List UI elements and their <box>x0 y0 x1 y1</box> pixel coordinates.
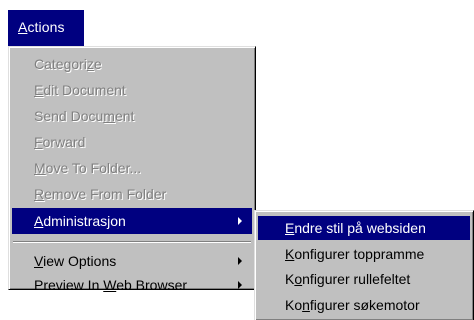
menu-item-label: Preview In Web Browser <box>34 277 188 293</box>
menu-item-label: Edit Document <box>34 82 126 98</box>
submenu-item-konfigurer-toppramme[interactable]: Konfigurer toppramme <box>258 242 470 266</box>
menu-separator <box>13 241 251 243</box>
menu-item-edit-document: Edit Document <box>12 77 252 103</box>
administrasjon-submenu: Endre stil på websiden Konfigurer toppra… <box>254 210 474 320</box>
menu-actions[interactable]: Actions <box>8 10 84 46</box>
menu-item-label: Endre stil på websiden <box>285 220 426 236</box>
menu-item-forward: Forward <box>12 129 252 155</box>
menu-item-categorize: Categorize <box>12 51 252 77</box>
menu-item-label: Categorize <box>34 56 102 72</box>
menu-item-view-options[interactable]: View Options <box>12 248 252 274</box>
menu-item-move-to-folder: Move To Folder... <box>12 155 252 181</box>
submenu-item-endre-stil[interactable]: Endre stil på websiden <box>258 216 470 240</box>
menu-item-label: Move To Folder... <box>34 160 142 176</box>
menu-item-remove-from-folder: Remove From Folder <box>12 181 252 207</box>
submenu-arrow-icon <box>238 281 242 289</box>
actions-dropdown-menu: Categorize Edit Document Send Document F… <box>8 46 256 293</box>
menu-item-label: Send Document <box>34 108 135 124</box>
submenu-item-konfigurer-rullefeltet[interactable]: Konfigurer rullefeltet <box>258 267 470 291</box>
menu-item-label: Remove From Folder <box>34 186 167 202</box>
menu-item-preview-in-web-browser[interactable]: Preview In Web Browser <box>12 272 252 296</box>
submenu-arrow-icon <box>238 217 242 225</box>
menu-item-label: Konfigurer rullefeltet <box>285 271 411 287</box>
menu-item-label: Konfigurer toppramme <box>285 246 425 262</box>
menu-item-label: Konfigurer søkemotor <box>285 297 420 313</box>
menu-item-send-document: Send Document <box>12 103 252 129</box>
menu-item-administrasjon[interactable]: Administrasjon <box>12 208 252 234</box>
menu-item-label: View Options <box>34 253 117 269</box>
menu-item-label: Forward <box>34 134 86 150</box>
submenu-arrow-icon <box>238 257 242 265</box>
submenu-item-konfigurer-sokemotor[interactable]: Konfigurer søkemotor <box>258 293 470 317</box>
menu-item-label: Administrasjon <box>34 213 126 229</box>
menu-actions-label: Actions <box>18 19 65 35</box>
